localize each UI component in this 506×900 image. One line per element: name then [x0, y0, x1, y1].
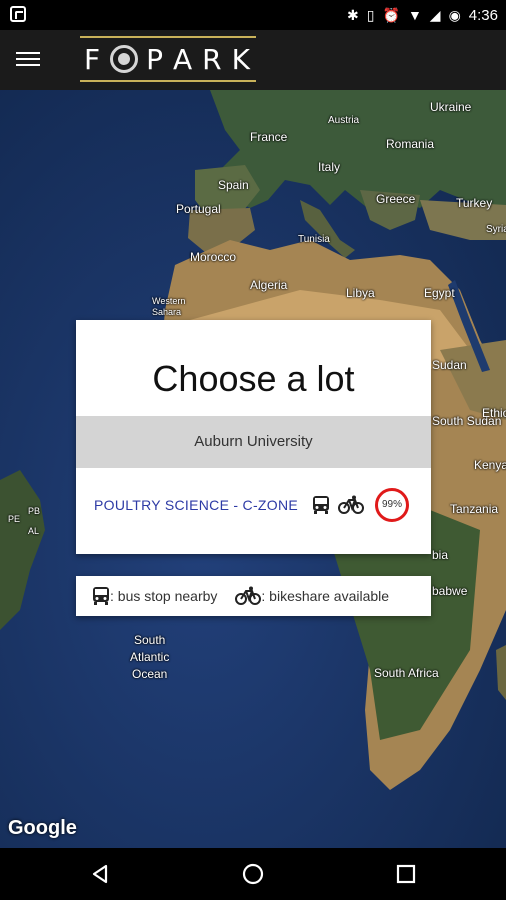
lot-name: POULTRY SCIENCE - C-ZONE: [94, 497, 299, 513]
map-label-greece: Greece: [376, 192, 416, 206]
map-label-south-atlantic-ocean: South Atlantic Ocean: [130, 633, 170, 681]
status-icons: ✱ ▯ ⏰ ▼ ◢ ◉ 4:36: [347, 5, 498, 25]
battery-icon: ◉: [448, 7, 461, 23]
app-notification-icon: [10, 6, 26, 22]
map-label-al: AL: [28, 526, 40, 536]
map-label-morocco: Morocco: [190, 250, 237, 264]
map-label-western-sahara: Western Sahara: [152, 296, 186, 317]
bluetooth-icon: ✱: [347, 7, 359, 23]
navigation-bar: [0, 848, 506, 900]
status-bar: ✱ ▯ ⏰ ▼ ◢ ◉ 4:36: [0, 0, 506, 30]
map-label-algeria: Algeria: [250, 278, 288, 292]
map-label-romania: Romania: [386, 137, 435, 151]
map-label-turkey: Turkey: [456, 196, 493, 210]
legend-bus-text: : bus stop nearby: [110, 588, 218, 604]
map-label-france: France: [250, 130, 288, 144]
legend-bar: : bus stop nearby : bikeshare available: [76, 576, 431, 616]
dialog-title: Choose a lot: [152, 358, 355, 399]
legend-bike-icon: [235, 586, 262, 606]
map-label-zimbabwe: babwe: [432, 584, 468, 598]
google-attribution: Google: [8, 817, 77, 839]
legend-bus-icon: [92, 586, 110, 606]
map-label-ethiopia: Ethio: [482, 406, 506, 420]
map-label-portugal: Portugal: [176, 202, 221, 216]
bike-icon: [338, 495, 365, 515]
map-label-zambia: bia: [432, 548, 449, 562]
status-clock: 4:36: [468, 6, 498, 24]
alarm-icon: ⏰: [382, 7, 400, 23]
recents-icon[interactable]: [394, 862, 418, 886]
map-label-kenya: Kenya: [474, 458, 506, 472]
logo-ring-icon: [110, 45, 139, 73]
signal-icon: ◢: [429, 7, 441, 23]
lot-list-item[interactable]: POULTRY SCIENCE - C-ZONE 99%: [76, 480, 431, 530]
home-icon[interactable]: [241, 862, 265, 886]
map-label-tanzania: Tanzania: [450, 502, 499, 516]
map-label-spain: Spain: [218, 178, 249, 192]
map-label-egypt: Egypt: [424, 286, 455, 300]
app-bar: F P A R K: [0, 30, 506, 90]
map-label-austria: Austria: [328, 115, 360, 126]
logo-letter-r: R: [202, 42, 224, 76]
availability-badge: 99%: [375, 488, 409, 522]
back-icon[interactable]: [88, 862, 112, 886]
map-label-libya: Libya: [346, 286, 375, 300]
map-label-italy: Italy: [318, 160, 341, 174]
menu-icon[interactable]: [16, 48, 40, 72]
map-label-south-africa: South Africa: [374, 666, 439, 680]
legend-bike-text: : bikeshare available: [261, 588, 390, 604]
map-label-pb: PB: [28, 506, 41, 516]
choose-lot-dialog: Choose a lot Auburn University POULTRY S…: [76, 320, 431, 554]
logo-letter-f: F: [84, 42, 103, 76]
logo-letter-p: P: [146, 42, 165, 76]
university-header: Auburn University: [76, 416, 431, 468]
logo-letter-a: A: [173, 42, 195, 76]
wifi-icon: ▼: [407, 7, 422, 23]
map-label-pe: PE: [8, 514, 21, 524]
map-label-sudan: Sudan: [432, 358, 467, 372]
map-label-syria: Syria: [486, 224, 506, 235]
fopark-logo: F P A R K: [80, 36, 256, 82]
bus-icon: [312, 495, 330, 515]
vibrate-icon: ▯: [366, 7, 375, 23]
map-label-ukraine: Ukraine: [430, 100, 472, 114]
map-label-tunisia: Tunisia: [298, 234, 330, 245]
logo-letter-k: K: [231, 42, 252, 76]
